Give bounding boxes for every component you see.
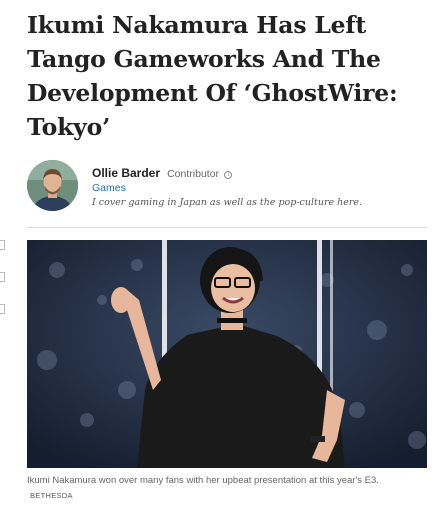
section-link[interactable]: Games [92,182,126,194]
person-avatar-icon [27,160,78,211]
photo-credit: BETHESDA [30,491,73,500]
byline: Ollie Barder Contributor i [92,166,233,180]
divider [27,227,427,228]
author-block: Ollie Barder Contributor i Games I cover… [27,160,427,216]
share-handle-1[interactable] [0,240,5,250]
author-name[interactable]: Ollie Barder [92,166,160,180]
photo-caption: Ikumi Nakamura won over many fans with h… [27,473,407,503]
author-avatar[interactable] [27,160,78,211]
article-headline: Ikumi Nakamura Has Left Tango Gameworks … [27,11,398,141]
author-role: Contributor [167,168,220,180]
presenter-photo-icon [27,240,427,468]
article-photo [27,240,427,468]
info-icon[interactable]: i [224,171,233,179]
author-bio: I cover gaming in Japan as well as the p… [92,197,363,208]
share-handle-2[interactable] [0,272,5,282]
side-share-rail [0,240,6,336]
caption-text: Ikumi Nakamura won over many fans with h… [27,475,379,486]
share-handle-3[interactable] [0,304,5,314]
